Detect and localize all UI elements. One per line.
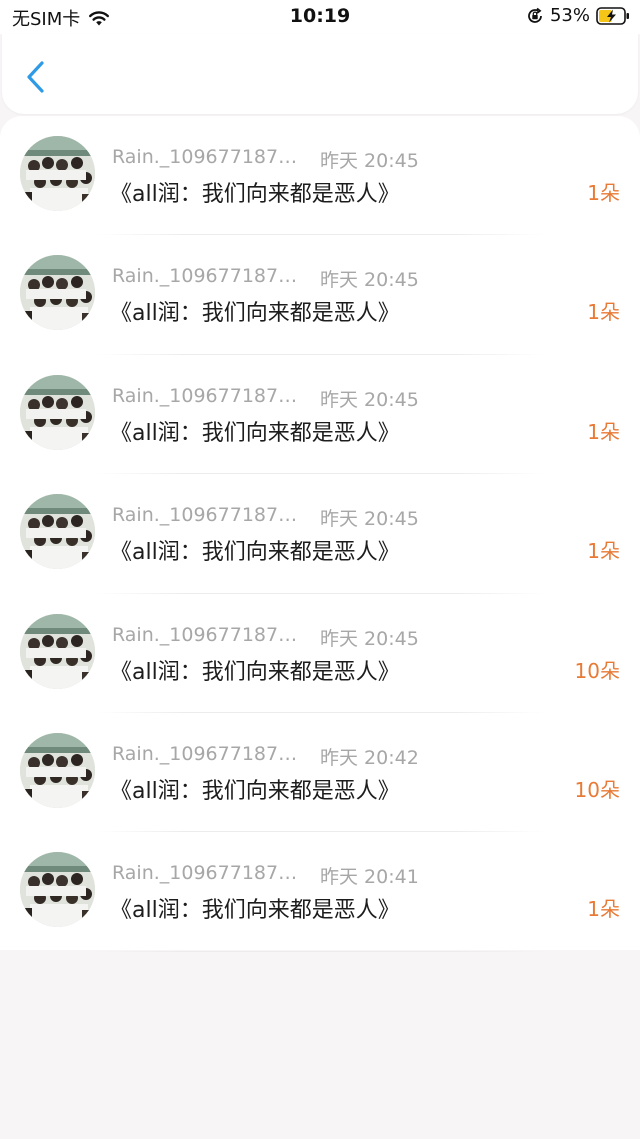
flower-count: 1朵: [587, 300, 620, 325]
list-item[interactable]: Rain._1096771878... 昨天 20:45 《all润：我们向来都是恶…: [0, 235, 640, 355]
user-name: Rain._1096771878...: [112, 623, 307, 646]
status-right: 53%: [526, 5, 630, 26]
flower-count: 1朵: [587, 539, 620, 564]
avatar-image: [20, 374, 95, 450]
user-name: Rain._1096771878...: [112, 862, 307, 885]
avatar-image: [20, 613, 95, 689]
timestamp: 昨天 20:45: [320, 627, 419, 650]
flower-record-list: Rain._1096771878... 昨天 20:45 《all润：我们向来都是恶…: [0, 116, 640, 952]
work-title: 《all润：我们向来都是恶人》: [110, 301, 400, 327]
avatar[interactable]: [20, 136, 95, 211]
avatar-image: [20, 136, 95, 211]
avatar[interactable]: [20, 494, 95, 570]
list-item[interactable]: Rain._1096771878... 昨天 20:45 《all润：我们向来都是恶…: [0, 594, 640, 713]
user-name: Rain._1096771878...: [112, 384, 307, 407]
list-item[interactable]: Rain._1096771878... 昨天 20:45 《all润：我们向来都是恶…: [0, 474, 640, 594]
orientation-lock-icon: [528, 7, 542, 23]
timestamp: 昨天 20:45: [320, 388, 419, 411]
user-name: Rain._1096771878...: [112, 265, 307, 288]
timestamp: 昨天 20:45: [320, 508, 419, 531]
flower-count: 10朵: [574, 658, 620, 683]
flower-count: 1朵: [587, 897, 620, 922]
list-item[interactable]: Rain._1096771878... 昨天 20:42 《all润：我们向来都是恶…: [0, 713, 640, 833]
user-name: Rain._1096771878...: [112, 504, 307, 527]
flower-count: 1朵: [587, 181, 620, 205]
list-item[interactable]: Rain._1096771878... 昨天 20:45 《all润：我们向来都是恶…: [0, 116, 640, 236]
flower-count: 1朵: [587, 419, 620, 444]
work-title: 《all润：我们向来都是恶人》: [110, 659, 400, 685]
avatar[interactable]: [20, 613, 95, 689]
status-bar: 无SIM卡 10:19 53%: [0, 0, 640, 34]
timestamp: 昨天 20:45: [320, 150, 419, 172]
timestamp: 昨天 20:41: [320, 866, 419, 889]
list-item[interactable]: Rain._1096771878... 昨天 20:45 《all润：我们向来都是恶…: [0, 355, 640, 475]
work-title: 《all润：我们向来都是恶人》: [110, 778, 400, 804]
avatar-image: [20, 732, 95, 808]
avatar-image: [20, 255, 95, 331]
avatar-image: [20, 494, 95, 570]
avatar[interactable]: [20, 255, 95, 331]
avatar[interactable]: [20, 374, 95, 450]
list-item[interactable]: Rain._1096771878... 昨天 20:41 《all润：我们向来都是恶…: [0, 832, 640, 952]
user-name: Rain._1096771878...: [112, 146, 307, 168]
chevron-left-icon[interactable]: [22, 60, 52, 94]
user-name: Rain._1096771878...: [112, 742, 307, 765]
work-title: 《all润：我们向来都是恶人》: [110, 420, 400, 446]
avatar[interactable]: [20, 732, 95, 808]
battery-percent: 53%: [549, 5, 590, 26]
divider: [95, 950, 545, 952]
flower-count: 10朵: [574, 777, 620, 802]
avatar-image: [20, 852, 95, 928]
work-title: 《all润：我们向来都是恶人》: [110, 898, 400, 924]
work-title: 《all润：我们向来都是恶人》: [110, 540, 400, 566]
work-title: 《all润：我们向来都是恶人》: [110, 182, 400, 207]
avatar[interactable]: [20, 852, 95, 928]
timestamp: 昨天 20:42: [320, 746, 419, 769]
timestamp: 昨天 20:45: [320, 269, 419, 292]
nav-bar: [2, 34, 638, 114]
battery-charging-icon: [596, 6, 629, 25]
